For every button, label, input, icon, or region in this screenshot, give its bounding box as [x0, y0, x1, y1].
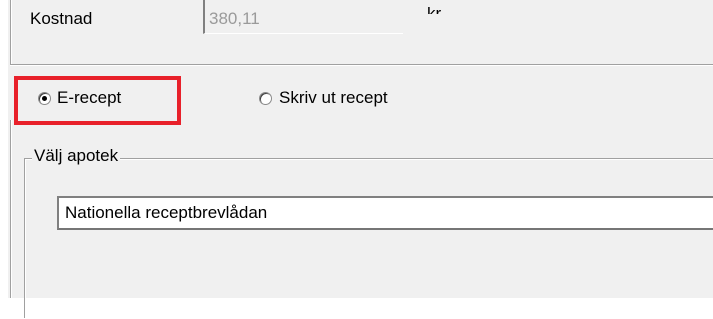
e-recept-radio[interactable]	[38, 92, 51, 105]
skriv-ut-recept-radio[interactable]	[259, 92, 272, 105]
frame-border-highlight	[11, 0, 12, 66]
prescription-panel: Kostnad 380,11 kr E-recept Skriv ut rece…	[0, 0, 713, 319]
cost-label: Kostnad	[30, 9, 93, 28]
cost-field: 380,11	[203, 0, 403, 34]
e-recept-label[interactable]: E-recept	[57, 88, 121, 108]
cost-value: 380,11	[209, 9, 260, 28]
radio-selected-dot	[42, 96, 47, 101]
cost-unit: kr	[427, 4, 442, 23]
pharmacy-field[interactable]	[57, 196, 713, 230]
frame-divider-highlight	[10, 65, 713, 66]
frame-border-lower-highlight	[11, 120, 12, 298]
pharmacy-group-title: Välj apotek	[32, 146, 121, 166]
pharmacy-group-box-highlight	[25, 159, 713, 319]
skriv-ut-recept-label[interactable]: Skriv ut recept	[279, 88, 388, 108]
window-edge	[0, 0, 8, 298]
